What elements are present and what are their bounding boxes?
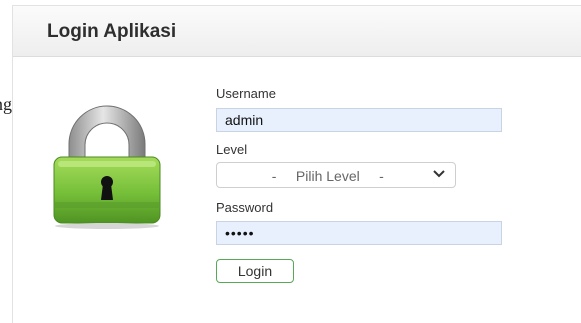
login-button[interactable]: Login [216,259,294,283]
padlock-icon [53,105,161,229]
level-selected-value: - Pilih Level - [260,168,384,184]
level-label: Level [216,142,248,157]
username-field[interactable] [216,108,502,132]
panel-title: Login Aplikasi [47,21,177,42]
panel-header: Login Aplikasi [13,6,581,57]
password-field[interactable] [216,221,502,245]
username-label: Username [216,86,276,101]
password-label: Password [216,200,274,215]
clipped-text-fragment: ng [0,94,12,114]
chevron-down-icon [433,170,445,178]
level-select[interactable]: - Pilih Level - [216,162,456,188]
